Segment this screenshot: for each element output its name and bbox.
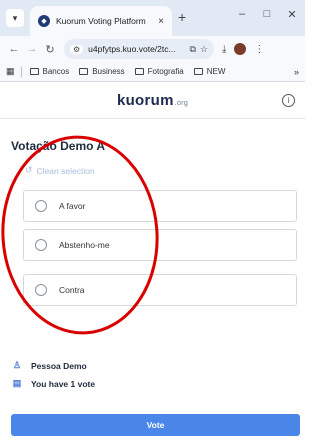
folder-icon bbox=[79, 68, 89, 75]
ballot-icon: ▤ bbox=[12, 378, 22, 388]
maximize-icon[interactable]: □ bbox=[260, 8, 274, 20]
radio-button[interactable] bbox=[35, 239, 47, 251]
clean-selection-label: Clean selection bbox=[36, 165, 95, 176]
menu-icon[interactable]: ⋮ bbox=[254, 44, 264, 55]
folder-icon bbox=[29, 68, 39, 75]
kuorum-favicon-icon: ◆ bbox=[38, 15, 50, 27]
bookmark-new[interactable]: NEW bbox=[193, 67, 225, 76]
apps-grid-icon[interactable]: ▦ bbox=[6, 66, 15, 77]
bookmark-star-icon[interactable]: ☆ bbox=[200, 44, 208, 55]
reload-icon[interactable]: ↻ bbox=[42, 43, 58, 56]
radio-button[interactable] bbox=[35, 284, 47, 296]
clean-selection-link[interactable]: ↺ Clean selection bbox=[25, 165, 95, 176]
browser-toolbar: ← → ↻ ⚙ u4pfytps.kuo.vote/2tc... ⧉ ☆ ⤓ ⋮ bbox=[0, 36, 305, 62]
address-bar[interactable]: ⚙ u4pfytps.kuo.vote/2tc... ⧉ ☆ bbox=[64, 39, 214, 59]
votes-row: ▤ You have 1 vote bbox=[11, 378, 95, 389]
folder-icon bbox=[193, 68, 203, 75]
option-label: A favor bbox=[59, 201, 86, 211]
app-header: kuorum.org i bbox=[0, 83, 305, 119]
folder-icon bbox=[134, 68, 144, 75]
window-close-icon[interactable]: ✕ bbox=[285, 8, 299, 21]
user-name-row: ♙ Pessoa Demo bbox=[11, 360, 87, 371]
brand-logo[interactable]: kuorum.org bbox=[117, 92, 188, 109]
info-icon[interactable]: i bbox=[282, 94, 295, 107]
tab-close-icon[interactable]: × bbox=[158, 16, 164, 27]
radio-button[interactable] bbox=[35, 200, 47, 212]
profile-avatar[interactable] bbox=[234, 43, 247, 55]
user-name: Pessoa Demo bbox=[31, 360, 87, 371]
site-info-icon[interactable]: ⚙ bbox=[70, 44, 84, 54]
forward-icon[interactable]: → bbox=[24, 43, 40, 55]
minimize-icon[interactable]: – bbox=[235, 8, 249, 20]
browser-tab[interactable]: ◆ Kuorum Voting Platform × bbox=[30, 6, 172, 36]
bookmark-business[interactable]: Business bbox=[79, 67, 125, 76]
option-abstenho-me[interactable]: Abstenho-me bbox=[23, 229, 297, 261]
bookmarks-bar: ▦ Bancos Business Fotografia NEW » bbox=[0, 62, 305, 82]
option-contra[interactable]: Contra bbox=[23, 274, 297, 306]
option-label: Contra bbox=[59, 285, 85, 295]
tab-title: Kuorum Voting Platform bbox=[56, 16, 146, 26]
url-text[interactable]: u4pfytps.kuo.vote/2tc... bbox=[88, 44, 185, 54]
reset-icon: ↺ bbox=[25, 165, 33, 175]
browser-tabstrip: ▾ ◆ Kuorum Voting Platform × + – □ ✕ bbox=[0, 0, 305, 36]
new-tab-icon[interactable]: + bbox=[178, 9, 186, 25]
bookmark-fotografia[interactable]: Fotografia bbox=[134, 67, 184, 76]
vote-button[interactable]: Vote bbox=[11, 414, 300, 436]
more-bookmarks-icon[interactable]: » bbox=[294, 67, 299, 77]
poll-title: Votação Demo A bbox=[11, 139, 106, 153]
tab-search-icon[interactable]: ▾ bbox=[6, 9, 24, 27]
cast-icon[interactable]: ⧉ bbox=[189, 44, 195, 55]
download-icon[interactable]: ⤓ bbox=[222, 44, 226, 55]
option-a-favor[interactable]: A favor bbox=[23, 190, 297, 222]
back-icon[interactable]: ← bbox=[6, 43, 22, 55]
bookmark-bancos[interactable]: Bancos bbox=[29, 67, 69, 76]
votes-count: You have 1 vote bbox=[31, 378, 96, 389]
option-label: Abstenho-me bbox=[59, 240, 110, 250]
user-icon: ♙ bbox=[12, 360, 22, 370]
bookmarks-divider bbox=[20, 66, 22, 77]
